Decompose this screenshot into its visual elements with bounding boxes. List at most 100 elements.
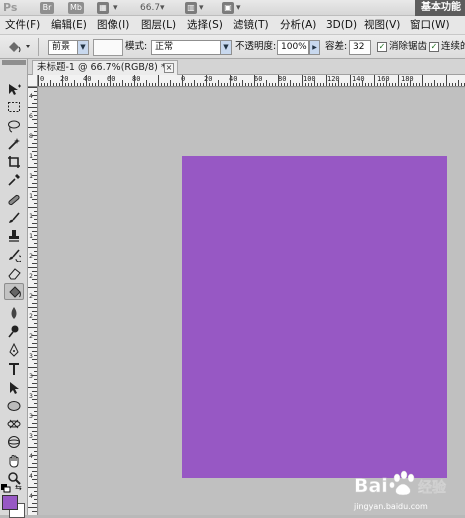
menu-layer[interactable]: 图层(L) (141, 19, 176, 32)
default-colors-icon[interactable] (1, 483, 11, 493)
menu-analysis[interactable]: 分析(A) (280, 19, 316, 32)
lasso-tool[interactable] (4, 117, 24, 134)
ruler-tick (119, 83, 120, 86)
ruler-tick (107, 83, 108, 86)
swap-colors-icon[interactable]: ⇆ (15, 483, 25, 492)
ruler-tick (245, 83, 246, 86)
ruler-tick (164, 83, 165, 86)
marquee-tool[interactable] (4, 98, 24, 115)
type-icon (9, 362, 19, 375)
3d-orbit-tool[interactable] (4, 433, 24, 450)
stamp-icon (9, 229, 19, 242)
bridge-button[interactable]: Br (40, 2, 54, 14)
ruler-tick (32, 271, 37, 272)
chevron-right-icon[interactable]: ▶ (309, 40, 320, 55)
chevron-down-icon[interactable]: ▾ (113, 2, 118, 14)
ruler-tick (34, 451, 37, 452)
ruler-tick (170, 80, 171, 86)
vertical-ruler[interactable]: 468111112222233333444 (28, 87, 38, 515)
ruler-tick (68, 83, 69, 86)
menu-window[interactable]: 窗口(W) (410, 19, 450, 32)
ruler-tick (34, 323, 37, 324)
panel-grip[interactable] (2, 60, 26, 65)
paint-bucket-tool[interactable] (4, 283, 24, 300)
workspace-switcher[interactable]: 基本功能 (415, 0, 465, 16)
ruler-tick (110, 75, 111, 86)
eyedropper-tool[interactable] (4, 171, 24, 188)
ruler-tick (32, 119, 37, 120)
ruler-tick (335, 83, 336, 86)
ruler-tick (449, 83, 450, 86)
ruler-tick (32, 399, 37, 400)
arrange-documents-button[interactable]: ▥ (185, 2, 197, 14)
type-tool[interactable] (4, 360, 24, 377)
quick-select-tool[interactable] (4, 135, 24, 152)
ruler-tick (248, 83, 249, 86)
ruler-tick (296, 83, 297, 86)
view-extras-button[interactable]: ▦ (97, 2, 109, 14)
move-icon (9, 83, 21, 95)
antialias-checkbox[interactable]: ✓ (377, 42, 387, 52)
eraser-tool[interactable] (4, 264, 24, 281)
menu-file[interactable]: 文件(F) (5, 19, 40, 32)
brush-tool[interactable] (4, 209, 24, 226)
pattern-picker[interactable] (93, 39, 123, 56)
ruler-tick (28, 367, 37, 368)
chevron-down-icon[interactable]: ▾ (236, 2, 241, 14)
ruler-tick (32, 463, 37, 464)
3d-rotate-tool[interactable] (4, 415, 24, 432)
chevron-down-icon[interactable]: ▼ (220, 40, 232, 55)
history-brush-tool[interactable] (4, 246, 24, 263)
move-tool[interactable] (4, 80, 24, 97)
chevron-down-icon[interactable]: ▾ (160, 2, 165, 14)
blur-tool[interactable] (4, 304, 24, 321)
healing-brush-tool[interactable] (4, 191, 24, 208)
document-tab[interactable]: 未标题-1 @ 66.7%(RGB/8) * × (32, 60, 178, 75)
ruler-tick (434, 80, 435, 86)
horizontal-ruler[interactable]: 0 20 40 60 80 0 20 40 60 80 100 120 140 160 180 (38, 75, 465, 87)
hand-tool[interactable] (4, 452, 24, 469)
menu-view[interactable]: 视图(V) (364, 19, 400, 32)
blend-mode-select[interactable]: 正常 (151, 40, 221, 55)
chevron-down-icon[interactable]: ▾ (199, 2, 204, 14)
crop-tool[interactable] (4, 153, 24, 170)
ruler-label: 0 (40, 75, 45, 83)
dodge-tool[interactable] (4, 322, 24, 339)
clone-stamp-tool[interactable] (4, 227, 24, 244)
menu-3d[interactable]: 3D(D) (326, 19, 357, 32)
opacity-input[interactable]: 100% (277, 40, 309, 55)
menu-filter[interactable]: 滤镜(T) (233, 19, 269, 32)
ruler-tick (212, 83, 213, 86)
ruler-label: 60 (254, 75, 263, 83)
ruler-origin[interactable] (28, 75, 38, 87)
menu-image[interactable]: 图像(I) (97, 19, 129, 32)
ruler-tick (34, 443, 37, 444)
close-icon[interactable]: × (164, 63, 174, 73)
tolerance-input[interactable]: 32 (349, 40, 371, 55)
contiguous-checkbox[interactable]: ✓ (429, 42, 439, 52)
menu-edit[interactable]: 编辑(E) (51, 19, 87, 32)
ruler-tick (455, 83, 456, 86)
eyedropper-icon (8, 173, 20, 186)
fill-source-select[interactable]: 前景 (48, 40, 78, 55)
screen-mode-button[interactable]: ▣ (222, 2, 234, 14)
ruler-label: 80 (278, 75, 287, 83)
ruler-tick (155, 83, 156, 86)
ruler-tick (257, 83, 258, 86)
ruler-tick (28, 407, 37, 408)
tool-preset-picker[interactable] (5, 39, 31, 55)
shape-tool[interactable] (4, 397, 24, 414)
document-canvas-purple-fill[interactable] (182, 156, 447, 478)
path-select-tool[interactable] (4, 379, 24, 396)
zoom-level-readout[interactable]: 66.7 (140, 2, 160, 14)
lasso-icon (8, 120, 20, 132)
ruler-tick (53, 83, 54, 86)
ruler-tick (28, 167, 37, 168)
ruler-tick (353, 83, 354, 86)
pen-tool[interactable] (4, 341, 24, 358)
chevron-down-icon[interactable]: ▼ (77, 40, 89, 55)
foreground-color-swatch[interactable] (2, 495, 18, 510)
ruler-tick (28, 87, 37, 88)
mini-bridge-button[interactable]: Mb (68, 2, 84, 14)
menu-select[interactable]: 选择(S) (187, 19, 223, 32)
